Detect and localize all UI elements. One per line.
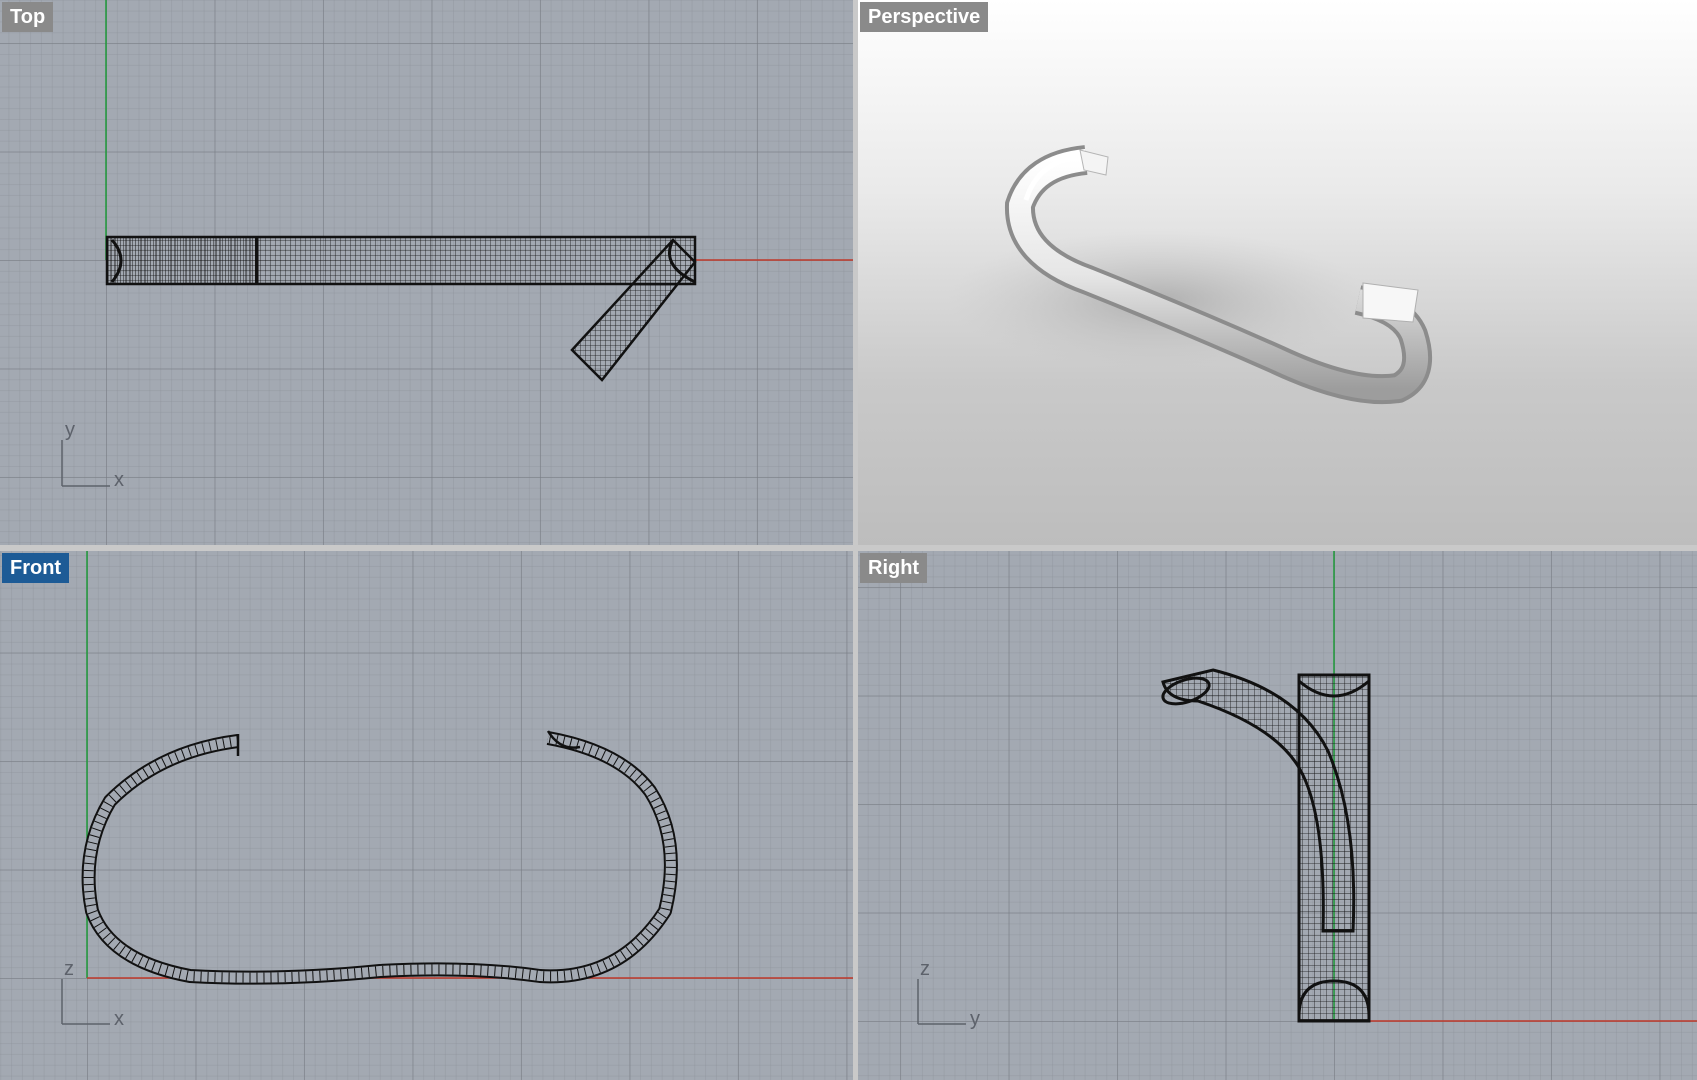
viewport-right[interactable]: z y Right	[858, 551, 1697, 1080]
axis-letter-x: x	[114, 469, 124, 491]
viewport-label-top[interactable]: Top	[2, 2, 54, 32]
axis-letter-y: y	[970, 1008, 980, 1030]
right-view-scene: z y	[917, 551, 1697, 1030]
axis-letter-x: x	[114, 1008, 124, 1030]
bracelet-wireframe-front-inner	[83, 733, 676, 983]
bracelet-isocurves-front	[83, 733, 676, 983]
axis-letter-y: y	[65, 419, 75, 441]
bracelet-end-dense-mesh	[107, 237, 257, 284]
viewport-label-front[interactable]: Front	[2, 553, 70, 583]
viewport-label-perspective[interactable]: Perspective	[860, 2, 989, 32]
viewport-top[interactable]: y x Top	[0, 0, 853, 545]
viewport-perspective[interactable]: Perspective	[858, 0, 1697, 545]
bracelet-wireframe-front-outer	[81, 731, 678, 985]
perspective-scene	[948, 145, 1433, 405]
axis-letter-z: z	[920, 958, 930, 980]
top-view-scene: y x	[61, 0, 853, 491]
viewport-label-right[interactable]: Right	[860, 553, 928, 583]
bracelet-end-cap-right	[1362, 282, 1419, 323]
axis-letter-z: z	[64, 958, 74, 980]
viewport-front[interactable]: z x Front	[0, 551, 853, 1080]
front-view-scene: z x	[61, 551, 853, 1030]
